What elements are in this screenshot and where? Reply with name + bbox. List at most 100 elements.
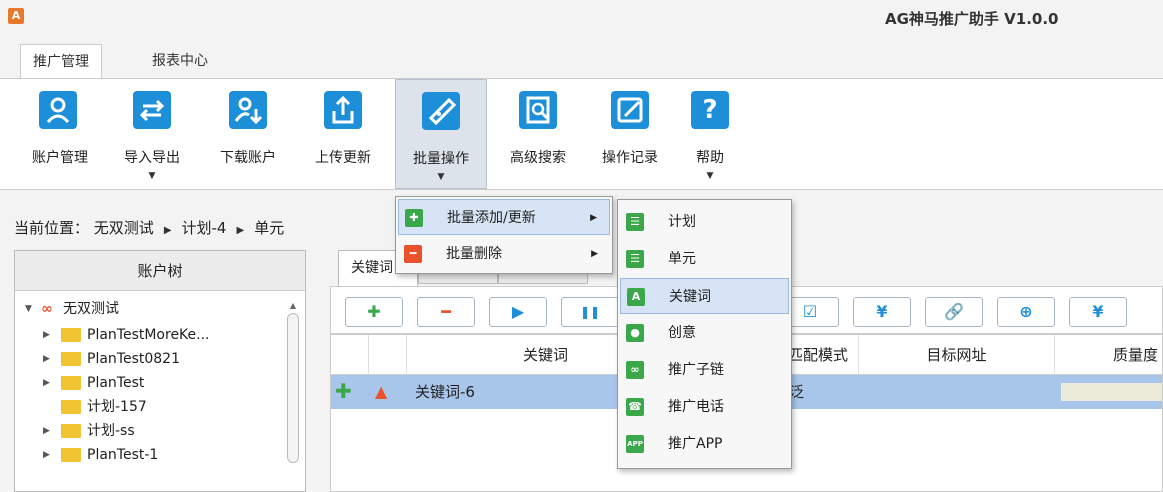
chevron-down-icon: ▼ — [148, 171, 156, 181]
breadcrumb-item[interactable]: 无双测试 — [94, 219, 154, 237]
download-account-label: 下载账户 — [220, 150, 276, 166]
quality-bar — [1061, 383, 1162, 401]
batch-add-icon: ✚ — [405, 209, 423, 227]
batch-delete-icon: ━ — [404, 245, 422, 263]
submenu-item-creative[interactable]: ● 创意 — [620, 315, 789, 351]
download-account-button[interactable]: 下载账户 — [206, 79, 290, 189]
breadcrumb-separator-icon: ▶ — [163, 225, 172, 236]
download-account-icon — [229, 91, 267, 129]
plan-icon: ☰ — [626, 213, 644, 231]
phone-icon: ☎ — [626, 398, 644, 416]
submenu-item-label: 单元 — [668, 251, 696, 267]
menu-item-batch-add[interactable]: ✚ 批量添加/更新 ▶ — [398, 199, 610, 235]
breadcrumb-separator-icon: ▶ — [236, 225, 245, 236]
row-keyword: 关键词-6 — [415, 383, 475, 401]
chevron-down-icon: ▼ — [706, 171, 714, 181]
breadcrumb-item[interactable]: 计划-4 — [182, 219, 227, 237]
help-label: 帮助 — [696, 150, 724, 166]
tree-item[interactable]: 计划-157 — [15, 395, 285, 419]
breadcrumb-prefix: 当前位置： — [14, 219, 90, 237]
submenu-item-app[interactable]: APP 推广APP — [620, 426, 789, 462]
creative-icon: ● — [626, 324, 644, 342]
tab-promotion-management[interactable]: 推广管理 — [20, 44, 102, 79]
upload-icon — [324, 91, 362, 129]
enable-button[interactable]: ▶ — [489, 297, 547, 327]
batch-menu: ✚ 批量添加/更新 ▶ ━ 批量删除 ▶ — [395, 196, 613, 274]
upload-update-button[interactable]: 上传更新 — [300, 79, 386, 189]
add-button[interactable]: ✚ — [345, 297, 403, 327]
batch-operation-label: 批量操作 — [413, 151, 469, 167]
app-icon: APP — [626, 435, 644, 453]
batch-bid-button[interactable]: ¥ — [1069, 297, 1127, 327]
account-icon — [39, 91, 77, 129]
batch-add-submenu: ☰ 计划 ☰ 单元 A 关键词 ● 创意 ∞ 推广子链 ☎ 推广电话 APP 推… — [617, 199, 792, 469]
expand-arrow-icon[interactable]: ▶ — [43, 347, 50, 371]
submenu-item-label: 推广子链 — [668, 362, 724, 378]
submenu-arrow-icon: ▶ — [591, 249, 598, 259]
menu-item-label: 批量删除 — [446, 246, 502, 262]
submenu-item-sublink[interactable]: ∞ 推广子链 — [620, 352, 789, 388]
advanced-search-button[interactable]: 高级搜索 — [496, 79, 580, 189]
tree-root-label: 无双测试 — [63, 301, 119, 317]
scroll-up-icon[interactable]: ▲ — [290, 301, 296, 310]
grid-header-url[interactable]: 目标网址 — [859, 335, 1055, 375]
operation-log-icon — [611, 91, 649, 129]
advanced-search-icon — [519, 91, 557, 129]
menu-item-batch-delete[interactable]: ━ 批量删除 ▶ — [398, 236, 610, 272]
tree-item[interactable]: ▶ 计划-ss — [15, 419, 285, 443]
submenu-item-plan[interactable]: ☰ 计划 — [620, 204, 789, 240]
tree-item-label: PlanTest0821 — [87, 351, 180, 367]
batch-operation-button[interactable]: 批量操作 ▼ — [395, 79, 487, 189]
tree-scrollbar[interactable] — [287, 313, 299, 463]
submenu-item-keyword[interactable]: A 关键词 — [620, 278, 789, 314]
tree-item-label: 计划-ss — [87, 423, 135, 439]
tree-root[interactable]: ▼ ∞ 无双测试 — [15, 297, 285, 321]
chevron-down-icon: ▼ — [437, 172, 445, 182]
operation-log-label: 操作记录 — [602, 150, 658, 166]
operation-log-button[interactable]: 操作记录 — [588, 79, 672, 189]
help-button[interactable]: ? 帮助 ▼ — [680, 79, 740, 189]
submenu-item-label: 关键词 — [669, 289, 711, 305]
bid-button[interactable]: ¥ — [853, 297, 911, 327]
grid-header-quality[interactable]: 质量度 — [1055, 335, 1162, 375]
ribbon-toolbar: 账户管理 导入导出 ▼ 下载账户 上传更新 批量操作 ▼ 高级搜索 操作记录 ?… — [0, 78, 1163, 190]
menu-item-label: 批量添加/更新 — [447, 210, 536, 226]
account-link-icon: ∞ — [41, 301, 53, 317]
expand-arrow-icon[interactable]: ▶ — [43, 371, 50, 395]
expand-arrow-icon[interactable]: ▼ — [25, 297, 32, 321]
submenu-item-label: 计划 — [668, 214, 696, 230]
folder-icon — [61, 448, 81, 462]
title-bar: A AG神马推广助手 V1.0.0 — [0, 0, 1163, 40]
import-export-label: 导入导出 — [124, 150, 180, 166]
tree-item[interactable]: ▶ PlanTest-1 — [15, 443, 285, 467]
add-row-icon: ✚ — [335, 379, 352, 403]
tree-item-label: PlanTestMoreKe... — [87, 327, 210, 343]
expand-arrow-icon[interactable]: ▶ — [43, 419, 50, 443]
submenu-item-unit[interactable]: ☰ 单元 — [620, 241, 789, 277]
folder-icon — [61, 400, 81, 414]
target-button[interactable]: ⊕ — [997, 297, 1055, 327]
breadcrumb-item[interactable]: 单元 — [254, 219, 284, 237]
expand-arrow-icon[interactable]: ▶ — [43, 323, 50, 347]
tree-item[interactable]: ▶ PlanTest0821 — [15, 347, 285, 371]
delete-button[interactable]: ━ — [417, 297, 475, 327]
pause-button[interactable]: ❚❚ — [561, 297, 619, 327]
import-export-button[interactable]: 导入导出 ▼ — [110, 79, 194, 189]
app-title: AG神马推广助手 V1.0.0 — [885, 10, 1059, 28]
account-management-label: 账户管理 — [32, 150, 88, 166]
tab-report-center[interactable]: 报表中心 — [140, 44, 220, 78]
folder-icon — [61, 352, 81, 366]
account-management-button[interactable]: 账户管理 — [18, 79, 102, 189]
app-logo-icon: A — [8, 8, 24, 24]
warning-icon: ▲ — [375, 382, 388, 401]
link-button[interactable]: 🔗 — [925, 297, 983, 327]
submenu-item-label: 创意 — [668, 325, 696, 341]
tree-item[interactable]: ▶ PlanTest — [15, 371, 285, 395]
expand-arrow-icon[interactable]: ▶ — [43, 443, 50, 467]
account-tree-panel: 账户树 ▼ ∞ 无双测试 ▶ PlanTestMoreKe... ▶ PlanT… — [14, 250, 306, 492]
upload-update-label: 上传更新 — [315, 150, 371, 166]
import-export-icon — [133, 91, 171, 129]
submenu-item-phone[interactable]: ☎ 推广电话 — [620, 389, 789, 425]
tree-item[interactable]: ▶ PlanTestMoreKe... — [15, 323, 285, 347]
grid-header-status — [369, 335, 407, 375]
